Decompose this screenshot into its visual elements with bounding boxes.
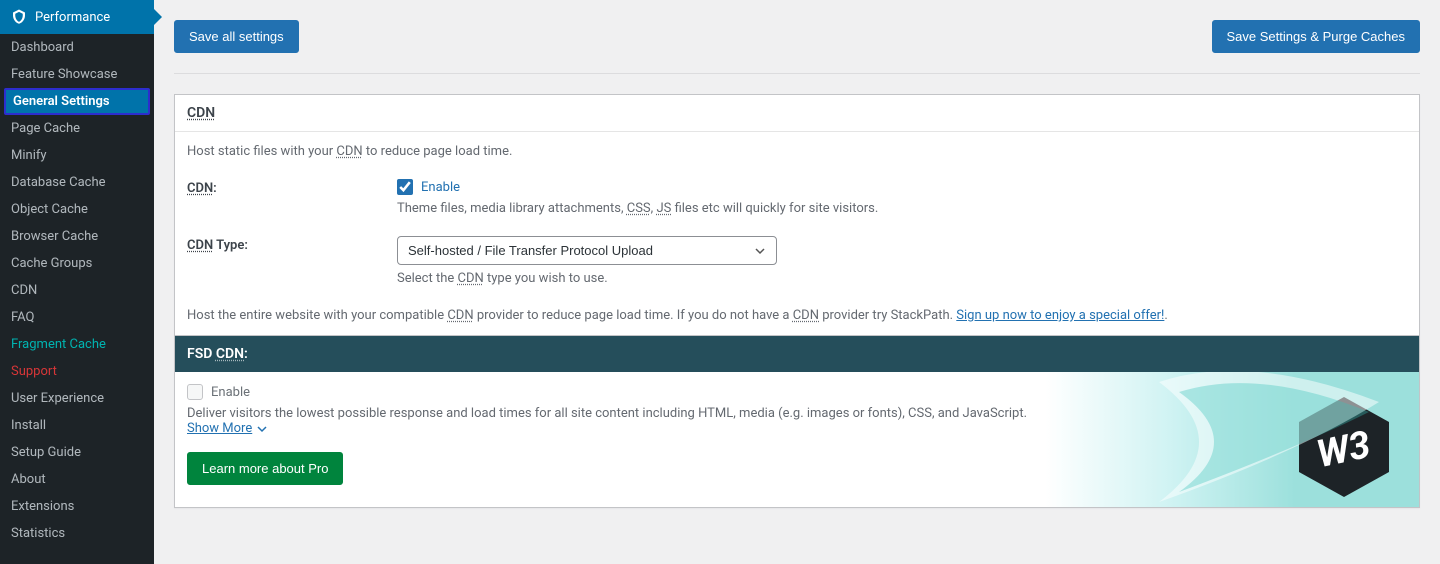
cdn-enable-help: Theme files, media library attachments, … [397, 201, 1407, 216]
learn-more-pro-button[interactable]: Learn more about Pro [187, 452, 343, 485]
fsd-enable-label: Enable [211, 385, 250, 400]
fsd-panel-header[interactable]: FSD CDN: [175, 336, 1419, 372]
sidebar-item-cdn[interactable]: CDN [0, 277, 154, 304]
cdn-enable-checkbox[interactable] [397, 179, 413, 195]
sidebar-item-faq[interactable]: FAQ [0, 304, 154, 331]
sidebar-item-cache-groups[interactable]: Cache Groups [0, 250, 154, 277]
cdn-intro-text: Host static files with your CDN to reduc… [187, 144, 1407, 159]
sidebar-header-label: Performance [35, 10, 110, 25]
sidebar-item-database-cache[interactable]: Database Cache [0, 169, 154, 196]
sidebar-item-support[interactable]: Support [0, 358, 154, 385]
main-content: Save all settings Save Settings & Purge … [154, 0, 1440, 564]
sidebar-item-browser-cache[interactable]: Browser Cache [0, 223, 154, 250]
stackpath-signup-link[interactable]: Sign up now to enjoy a special offer! [956, 308, 1164, 323]
sidebar: Performance Dashboard Feature Showcase G… [0, 0, 154, 564]
cdn-panel-header[interactable]: CDN [175, 95, 1419, 132]
sidebar-item-install[interactable]: Install [0, 412, 154, 439]
cdn-bottom-note: Host the entire website with your compat… [187, 308, 1407, 323]
sidebar-item-feature-showcase[interactable]: Feature Showcase [0, 61, 154, 88]
cdn-type-label: CDN Type: [187, 236, 397, 253]
cdn-panel-title: CDN [187, 105, 215, 121]
cdn-type-select[interactable]: Self-hosted / File Transfer Protocol Upl… [397, 236, 777, 265]
cdn-enable-control: Enable Theme files, media library attach… [397, 179, 1407, 216]
sidebar-item-minify[interactable]: Minify [0, 142, 154, 169]
cdn-enable-label: CDN: [187, 179, 397, 196]
cdn-type-row: CDN Type: Self-hosted / File Transfer Pr… [187, 236, 1407, 286]
sidebar-item-dashboard[interactable]: Dashboard [0, 34, 154, 61]
sidebar-item-fragment-cache[interactable]: Fragment Cache [0, 331, 154, 358]
sidebar-item-page-cache[interactable]: Page Cache [0, 115, 154, 142]
fsd-enable-row: Enable [187, 384, 1407, 400]
chevron-down-icon [256, 423, 268, 435]
sidebar-item-extensions[interactable]: Extensions [0, 493, 154, 520]
sidebar-item-statistics[interactable]: Statistics [0, 520, 154, 547]
fsd-enable-checkbox[interactable] [187, 384, 203, 400]
sidebar-item-object-cache[interactable]: Object Cache [0, 196, 154, 223]
sidebar-item-user-experience[interactable]: User Experience [0, 385, 154, 412]
sidebar-item-about[interactable]: About [0, 466, 154, 493]
cdn-enable-checkbox-label: Enable [421, 180, 460, 195]
cdn-panel: CDN Host static files with your CDN to r… [174, 94, 1420, 508]
cdn-type-help: Select the CDN type you wish to use. [397, 271, 1407, 286]
sidebar-item-setup-guide[interactable]: Setup Guide [0, 439, 154, 466]
top-bar: Save all settings Save Settings & Purge … [174, 0, 1420, 74]
save-all-settings-button[interactable]: Save all settings [174, 20, 299, 53]
cdn-panel-body: Host static files with your CDN to reduc… [175, 132, 1419, 335]
fsd-show-more-link[interactable]: Show More [187, 421, 268, 436]
save-purge-button[interactable]: Save Settings & Purge Caches [1212, 20, 1421, 53]
cdn-enable-row: CDN: Enable Theme files, media library a… [187, 179, 1407, 216]
fsd-panel: FSD CDN: Enable Deliver visitors the low… [175, 335, 1419, 507]
fsd-description: Deliver visitors the lowest possible res… [187, 406, 1407, 421]
sidebar-item-general-settings[interactable]: General Settings [4, 88, 150, 115]
cdn-type-control: Self-hosted / File Transfer Protocol Upl… [397, 236, 1407, 286]
sidebar-header[interactable]: Performance [0, 0, 154, 34]
fsd-panel-body: Enable Deliver visitors the lowest possi… [175, 372, 1419, 507]
performance-icon [10, 8, 28, 26]
